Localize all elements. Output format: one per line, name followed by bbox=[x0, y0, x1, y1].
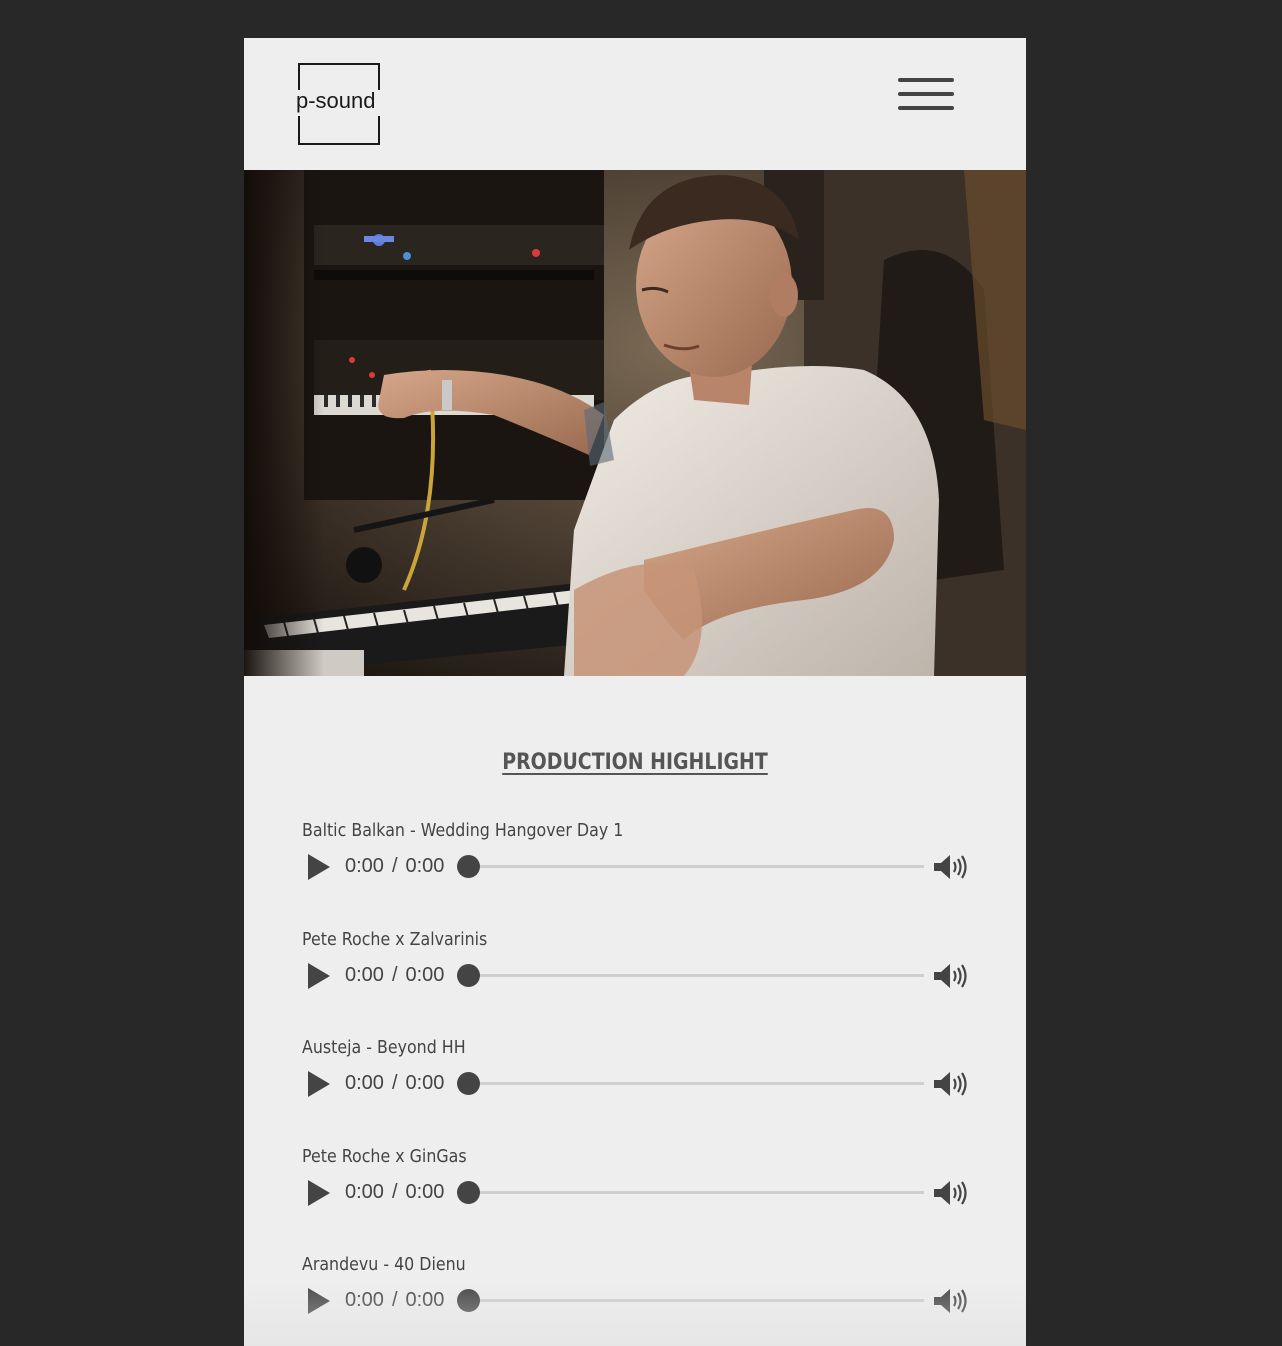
time-display: 0:00 / 0:00 bbox=[345, 1289, 444, 1312]
volume-icon[interactable] bbox=[932, 1179, 968, 1207]
time-display: 0:00 / 0:00 bbox=[345, 964, 444, 987]
track-title: Baltic Balkan - Wedding Hangover Day 1 bbox=[302, 820, 624, 841]
time-separator: / bbox=[391, 964, 398, 986]
play-icon[interactable] bbox=[308, 854, 330, 880]
audio-player: 0:00 / 0:00 bbox=[302, 850, 972, 884]
duration: 0:00 bbox=[405, 1072, 445, 1094]
hamburger-menu-icon[interactable] bbox=[898, 78, 954, 114]
mobile-page: p-sound PRODUCTION HIGHLIGHT Baltic Balk… bbox=[244, 38, 1026, 1346]
hero-image bbox=[244, 170, 1026, 676]
seek-bar[interactable] bbox=[457, 1072, 924, 1095]
audio-player: 0:00 / 0:00 bbox=[302, 1176, 972, 1210]
p-sound-logo[interactable]: p-sound bbox=[296, 63, 382, 145]
time-separator: / bbox=[391, 855, 398, 877]
duration: 0:00 bbox=[405, 964, 445, 986]
duration: 0:00 bbox=[405, 855, 445, 877]
section-title: PRODUCTION HIGHLIGHT bbox=[502, 750, 768, 775]
volume-icon[interactable] bbox=[932, 853, 968, 881]
play-icon[interactable] bbox=[308, 1071, 330, 1097]
seek-bar[interactable] bbox=[457, 855, 924, 878]
logo-text: p-sound bbox=[296, 88, 376, 113]
duration: 0:00 bbox=[405, 1181, 445, 1203]
track-title: Austeja - Beyond HH bbox=[302, 1037, 466, 1058]
site-header: p-sound bbox=[244, 38, 1026, 170]
seek-bar[interactable] bbox=[457, 1181, 924, 1204]
seek-knob[interactable] bbox=[457, 855, 480, 878]
current-time: 0:00 bbox=[345, 964, 384, 986]
audio-player: 0:00 / 0:00 bbox=[302, 959, 972, 993]
volume-icon[interactable] bbox=[932, 962, 968, 990]
audio-player: 0:00 / 0:00 bbox=[302, 1067, 972, 1101]
volume-icon[interactable] bbox=[932, 1070, 968, 1098]
track-title: Pete Roche x Zalvarinis bbox=[302, 929, 488, 950]
duration: 0:00 bbox=[405, 1289, 445, 1311]
time-display: 0:00 / 0:00 bbox=[345, 1181, 444, 1204]
time-separator: / bbox=[391, 1072, 398, 1094]
play-icon[interactable] bbox=[308, 963, 330, 989]
seek-knob[interactable] bbox=[457, 1072, 480, 1095]
time-separator: / bbox=[391, 1289, 398, 1311]
seek-knob[interactable] bbox=[457, 1181, 480, 1204]
play-icon[interactable] bbox=[308, 1180, 330, 1206]
current-time: 0:00 bbox=[345, 1181, 384, 1203]
current-time: 0:00 bbox=[345, 1289, 384, 1311]
play-icon[interactable] bbox=[308, 1288, 330, 1314]
current-time: 0:00 bbox=[345, 855, 384, 877]
volume-icon[interactable] bbox=[932, 1287, 968, 1315]
studio-producer-photo bbox=[244, 170, 1026, 676]
current-time: 0:00 bbox=[345, 1072, 384, 1094]
track-title: Arandevu - 40 Dienu bbox=[302, 1254, 466, 1275]
audio-player: 0:00 / 0:00 bbox=[302, 1284, 972, 1318]
time-display: 0:00 / 0:00 bbox=[345, 1072, 444, 1095]
track-title: Pete Roche x GinGas bbox=[302, 1146, 467, 1167]
seek-knob[interactable] bbox=[457, 964, 480, 987]
time-separator: / bbox=[391, 1181, 398, 1203]
seek-bar[interactable] bbox=[457, 964, 924, 987]
time-display: 0:00 / 0:00 bbox=[345, 855, 444, 878]
seek-bar[interactable] bbox=[457, 1289, 924, 1312]
seek-knob[interactable] bbox=[457, 1289, 480, 1312]
